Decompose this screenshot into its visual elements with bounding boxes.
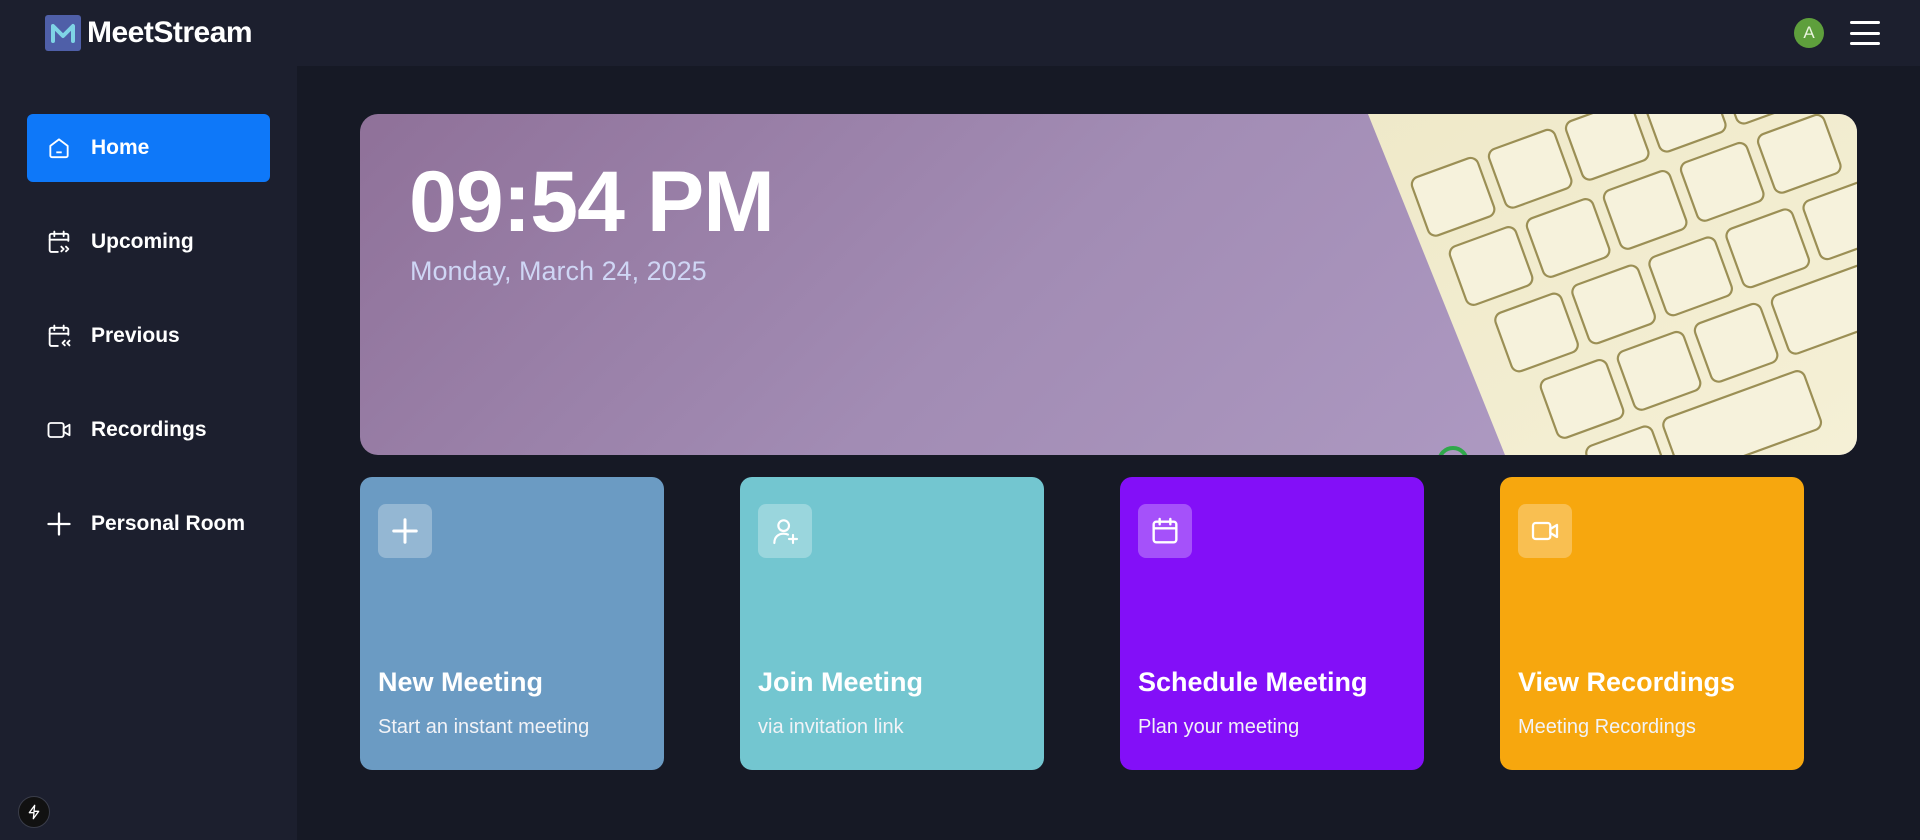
lightning-icon[interactable] — [18, 796, 50, 828]
sidebar-item-upcoming[interactable]: Upcoming — [27, 208, 270, 276]
sidebar: Home Upcoming Previous Recordings Person… — [0, 66, 297, 840]
card-subtitle: Plan your meeting — [1138, 716, 1300, 738]
sidebar-item-label: Personal Room — [91, 512, 246, 535]
sidebar-item-personal-room[interactable]: Personal Room — [27, 490, 270, 558]
sidebar-item-label: Recordings — [91, 418, 207, 441]
action-cards: New Meeting Start an instant meeting Joi… — [360, 477, 1804, 770]
sidebar-item-previous[interactable]: Previous — [27, 302, 270, 370]
user-plus-icon — [758, 504, 812, 558]
card-title: New Meeting — [378, 667, 544, 697]
sidebar-item-label: Home — [91, 136, 150, 159]
plus-icon — [378, 504, 432, 558]
schedule-meeting-card[interactable]: Schedule Meeting Plan your meeting — [1120, 477, 1424, 770]
avatar[interactable]: A — [1794, 18, 1824, 48]
calendar-forward-icon — [45, 228, 73, 256]
current-time: 09:54 PM — [409, 154, 775, 250]
hamburger-menu-icon[interactable] — [1850, 21, 1880, 45]
card-subtitle: Meeting Recordings — [1518, 716, 1696, 738]
view-recordings-card[interactable]: View Recordings Meeting Recordings — [1500, 477, 1804, 770]
card-title: Join Meeting — [758, 667, 924, 697]
brand-name: MeetStream — [87, 16, 253, 49]
hero-banner: 09:54 PM Monday, March 24, 2025 — [360, 114, 1857, 455]
card-title: Schedule Meeting — [1138, 667, 1368, 697]
join-meeting-card[interactable]: Join Meeting via invitation link — [740, 477, 1044, 770]
meetstream-logo-icon — [45, 15, 81, 51]
plus-icon — [45, 510, 73, 538]
sidebar-item-label: Upcoming — [91, 230, 194, 253]
card-title: View Recordings — [1518, 667, 1736, 697]
video-icon — [45, 416, 73, 444]
brand[interactable]: MeetStream — [45, 15, 253, 51]
home-icon — [45, 134, 73, 162]
calendar-back-icon — [45, 322, 73, 350]
sidebar-item-home[interactable]: Home — [27, 114, 270, 182]
sidebar-item-label: Previous — [91, 324, 180, 347]
calendar-icon — [1138, 504, 1192, 558]
video-icon — [1518, 504, 1572, 558]
current-date: Monday, March 24, 2025 — [410, 256, 707, 286]
sidebar-item-recordings[interactable]: Recordings — [27, 396, 270, 464]
top-bar: MeetStream A — [0, 0, 1920, 66]
card-subtitle: Start an instant meeting — [378, 716, 590, 738]
new-meeting-card[interactable]: New Meeting Start an instant meeting — [360, 477, 664, 770]
card-subtitle: via invitation link — [758, 716, 904, 738]
